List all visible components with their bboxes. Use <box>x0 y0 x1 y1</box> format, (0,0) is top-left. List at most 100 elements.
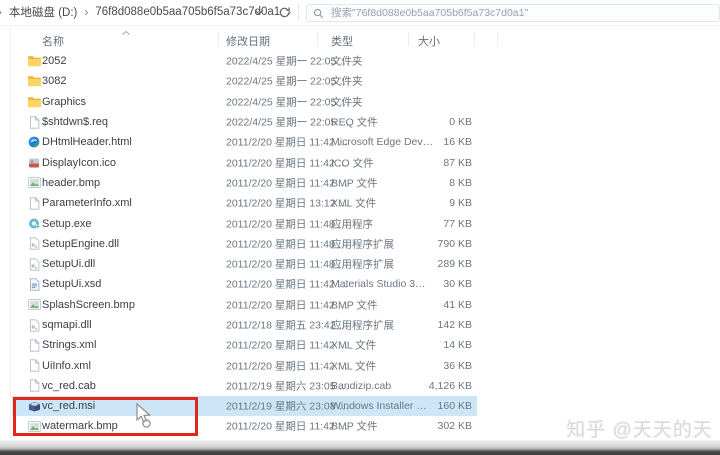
file-date-modified: 2011/2/20 星期日 11:42 … <box>226 297 348 312</box>
file-name: ParameterInfo.xml <box>42 197 132 209</box>
file-size: 77 KB <box>395 218 472 230</box>
file-name: DHtmlHeader.html <box>42 136 132 148</box>
file-name: SetupUi.dll <box>42 258 95 270</box>
file-type: REQ 文件 <box>331 115 378 130</box>
table-row[interactable]: Strings.xml 2011/2/20 星期日 11:42 …XML 文件 14… <box>0 335 720 355</box>
table-row[interactable]: Graphics2022/4/25 星期一 22:05 …文件夹 <box>0 92 720 112</box>
file-date-modified: 2011/2/20 星期日 11:42 … <box>226 277 348 292</box>
file-name: Graphics <box>42 96 86 108</box>
table-row[interactable]: header.bmp 2011/2/20 星期日 11:42 …BMP 文件 8 K… <box>0 173 720 193</box>
file-type: BMP 文件 <box>331 175 377 190</box>
file-icon <box>26 338 42 352</box>
file-size: 0 KB <box>395 116 472 128</box>
table-row[interactable]: SplashScreen.bmp 2011/2/20 星期日 11:42 …BMP… <box>0 295 720 315</box>
table-row[interactable]: SetupUi.dll2011/2/20 星期日 11:48 …应用程序扩展28… <box>0 254 720 274</box>
edge-html-icon <box>26 135 42 149</box>
table-row[interactable]: 30822022/4/25 星期一 22:05 …文件夹 <box>0 71 720 91</box>
table-row[interactable]: 20522022/4/25 星期一 22:05 …文件夹 <box>0 51 720 71</box>
table-row[interactable]: DisplayIcon.ico 2011/2/20 星期日 11:42 …ICO … <box>0 152 720 172</box>
column-divider <box>474 32 475 46</box>
toolbar-divider <box>298 4 299 20</box>
file-type: Bandizip.cab <box>331 380 391 392</box>
xsd-icon <box>26 277 42 291</box>
table-row[interactable]: vc_red.cab2011/2/19 星期六 23:05 …Bandizip.… <box>0 376 720 396</box>
table-row[interactable]: DHtmlHeader.html2011/2/20 星期日 11:42 …Mic… <box>0 132 720 152</box>
dll-icon <box>26 318 42 332</box>
address-dropdown-chevron-icon[interactable] <box>252 5 266 19</box>
table-row[interactable]: ParameterInfo.xml2011/2/20 星期日 13:12 …XM… <box>0 193 720 213</box>
file-type: 文件夹 <box>331 54 363 69</box>
zhihu-watermark: 知乎 @天天的天 <box>566 415 713 442</box>
file-type: 应用程序扩展 <box>331 318 394 333</box>
column-header-row: 名称 修改日期 类型 大小 <box>0 28 720 48</box>
column-header-size[interactable]: 大小 <box>418 33 440 49</box>
file-size: 30 KB <box>395 278 472 290</box>
file-date-modified: 2011/2/20 星期日 11:42 … <box>226 155 348 170</box>
file-name: sqmapi.dll <box>42 319 92 331</box>
file-size: 14 KB <box>395 339 472 351</box>
file-size: 302 KB <box>395 420 472 432</box>
column-header-date[interactable]: 修改日期 <box>226 33 270 49</box>
dll-icon <box>26 257 42 271</box>
file-size: 8 KB <box>395 177 472 189</box>
ico-icon <box>26 156 42 170</box>
file-name: SetupEngine.dll <box>42 238 119 250</box>
table-row[interactable]: SetupUi.xsd2011/2/20 星期日 11:42 …Material… <box>0 274 720 294</box>
sort-ascending-icon <box>122 26 130 38</box>
table-row[interactable]: $shtdwn$.req2022/4/25 星期一 22:05 …REQ 文件0… <box>0 112 720 132</box>
refresh-icon[interactable] <box>276 5 292 19</box>
file-name: 3082 <box>42 75 66 87</box>
file-name: SetupUi.xsd <box>42 278 101 290</box>
column-divider <box>317 32 318 46</box>
file-type: BMP 文件 <box>331 419 377 434</box>
column-header-type[interactable]: 类型 <box>331 33 353 49</box>
file-type: ICO 文件 <box>331 155 374 170</box>
address-bar: › 本地磁盘 (D:) › 76f8d088e0b5aa705b6f5a73c7… <box>0 0 720 26</box>
file-date-modified: 2011/2/20 星期日 11:42 … <box>226 135 348 150</box>
file-date-modified: 2011/2/20 星期日 11:42 … <box>226 419 348 434</box>
file-type: XML 文件 <box>331 338 376 353</box>
breadcrumb-item-drive[interactable]: 本地磁盘 (D:) <box>9 4 77 20</box>
file-date-modified: 2011/2/20 星期日 11:48 … <box>226 216 348 231</box>
column-header-name[interactable]: 名称 <box>42 33 64 49</box>
column-divider <box>497 32 498 46</box>
file-type: 文件夹 <box>331 74 363 89</box>
breadcrumb: › 本地磁盘 (D:) › 76f8d088e0b5aa705b6f5a73c7… <box>0 0 291 24</box>
file-date-modified: 2011/2/20 星期日 11:42 … <box>226 338 348 353</box>
file-date-modified: 2011/2/20 星期日 11:42 … <box>226 175 348 190</box>
file-size: 36 KB <box>395 360 472 372</box>
file-icon <box>26 359 42 373</box>
file-name: vc_red.cab <box>42 380 96 392</box>
file-type: 应用程序 <box>331 216 373 231</box>
table-row[interactable]: sqmapi.dll2011/2/18 星期五 23:42 …应用程序扩展142… <box>0 315 720 335</box>
file-size: 142 KB <box>395 319 472 331</box>
mouse-cursor-icon <box>133 402 155 433</box>
file-name: Strings.xml <box>42 339 96 351</box>
file-type: BMP 文件 <box>331 297 377 312</box>
file-size: 41 KB <box>395 299 472 311</box>
file-type: XML 文件 <box>331 196 376 211</box>
file-size: 790 KB <box>395 238 472 250</box>
file-name: DisplayIcon.ico <box>42 157 116 169</box>
file-size: 9 KB <box>395 197 472 209</box>
file-date-modified: 2011/2/20 星期日 11:42 … <box>226 358 348 373</box>
search-icon <box>313 6 324 24</box>
file-size: 16 KB <box>395 136 472 148</box>
bottom-crop-band <box>0 440 720 455</box>
app-setup-icon <box>26 217 42 231</box>
file-name: $shtdwn$.req <box>42 116 108 128</box>
file-name: SplashScreen.bmp <box>42 299 135 311</box>
chevron-right-icon: › <box>84 6 88 18</box>
folder-icon <box>26 54 42 68</box>
search-input[interactable] <box>306 4 720 22</box>
file-explorer-window: › 本地磁盘 (D:) › 76f8d088e0b5aa705b6f5a73c7… <box>0 0 720 455</box>
file-name: header.bmp <box>42 177 100 189</box>
file-date-modified: 2011/2/20 星期日 11:48 … <box>226 236 348 251</box>
column-divider <box>408 32 409 46</box>
table-row[interactable]: SetupEngine.dll2011/2/20 星期日 11:48 …应用程序… <box>0 234 720 254</box>
image-icon <box>26 176 42 190</box>
file-name: 2052 <box>42 55 66 67</box>
table-row[interactable]: Setup.exe2011/2/20 星期日 11:48 …应用程序77 KB <box>0 213 720 233</box>
table-row[interactable]: UiInfo.xml2011/2/20 星期日 11:42 …XML 文件36 … <box>0 355 720 375</box>
annotation-red-box <box>13 397 198 436</box>
